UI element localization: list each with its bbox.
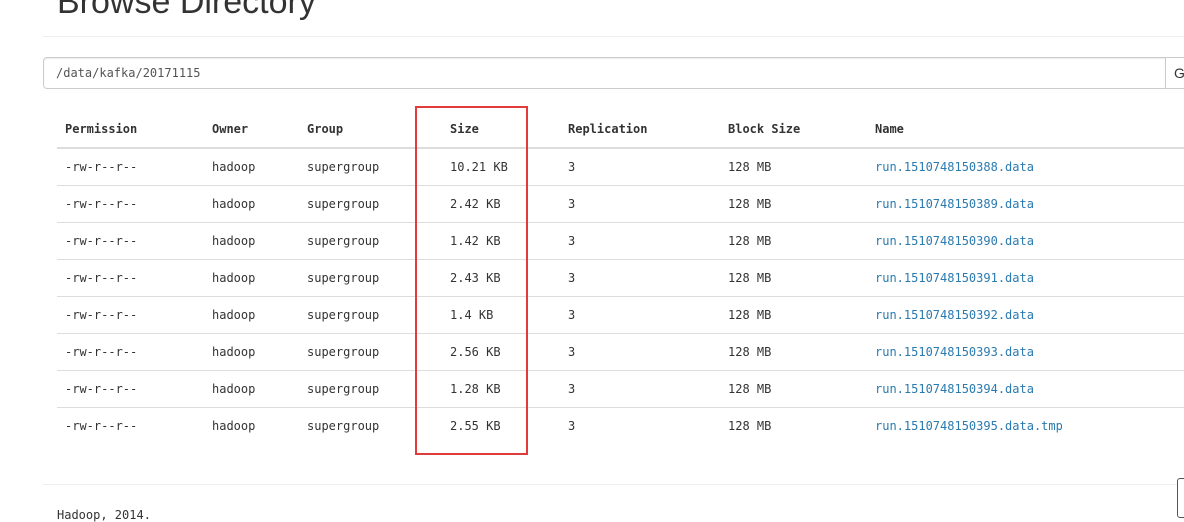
replication-cell: 3 (560, 185, 720, 223)
owner-cell: hadoop (204, 333, 299, 371)
directory-table: Permission Owner Group Size Replication … (57, 111, 1184, 444)
column-header-block-size[interactable]: Block Size (720, 111, 867, 149)
block-size-cell: 128 MB (720, 259, 867, 297)
table-row: -rw-r--r-- hadoop supergroup 10.21 KB 3 … (57, 148, 1184, 186)
block-size-cell: 128 MB (728, 160, 772, 174)
permission-cell: -rw-r--r-- (57, 370, 204, 408)
owner-cell: hadoop (204, 370, 299, 408)
group-cell: supergroup (299, 333, 442, 371)
name-cell: run.1510748150390.data (867, 222, 1184, 260)
column-header-permission[interactable]: Permission (57, 111, 204, 149)
go-button[interactable]: Go! (1165, 57, 1184, 89)
owner-cell: hadoop (204, 222, 299, 260)
permission-cell: -rw-r--r-- (57, 185, 204, 223)
permission-cell: -rw-r--r-- (65, 160, 138, 174)
owner-cell: hadoop (204, 407, 299, 444)
column-header-owner[interactable]: Owner (204, 111, 299, 149)
size-cell: 1.4 KB (442, 296, 560, 334)
file-link[interactable]: run.1510748150388.data (875, 160, 1034, 174)
group-cell: supergroup (299, 296, 442, 334)
block-size-cell: 128 MB (720, 370, 867, 408)
table-row: -rw-r--r-- hadoop supergroup 1.28 KB 3 1… (57, 370, 1184, 408)
title-divider (43, 36, 1184, 37)
file-link[interactable]: run.1510748150390.data (875, 234, 1034, 248)
file-link[interactable]: run.1510748150393.data (875, 345, 1034, 359)
name-cell: run.1510748150388.data (867, 148, 1184, 186)
size-cell: 2.55 KB (442, 407, 560, 444)
size-cell: 2.56 KB (442, 333, 560, 371)
permission-cell: -rw-r--r-- (57, 407, 204, 444)
path-input[interactable] (43, 57, 1166, 89)
file-link[interactable]: run.1510748150389.data (875, 197, 1034, 211)
group-cell: supergroup (299, 370, 442, 408)
permission-cell: -rw-r--r-- (57, 259, 204, 297)
group-cell: supergroup (299, 222, 442, 260)
name-cell: run.1510748150394.data (867, 370, 1184, 408)
size-cell: 2.42 KB (442, 185, 560, 223)
name-cell: run.1510748150395.data.tmp (867, 407, 1184, 444)
column-header-group[interactable]: Group (299, 111, 442, 149)
table-row: -rw-r--r-- hadoop supergroup 2.43 KB 3 1… (57, 259, 1184, 297)
name-cell: run.1510748150389.data (867, 185, 1184, 223)
footer-divider (43, 484, 1184, 485)
replication-cell: 3 (560, 296, 720, 334)
table-row: -rw-r--r-- hadoop supergroup 1.42 KB 3 1… (57, 222, 1184, 260)
file-link[interactable]: run.1510748150392.data (875, 308, 1034, 322)
file-link[interactable]: run.1510748150395.data.tmp (875, 419, 1063, 433)
path-form: Go! (43, 57, 1184, 91)
replication-cell: 3 (560, 222, 720, 260)
size-cell: 10.21 KB (450, 160, 508, 174)
file-link[interactable]: run.1510748150391.data (875, 271, 1034, 285)
permission-cell: -rw-r--r-- (57, 222, 204, 260)
size-cell: 1.42 KB (442, 222, 560, 260)
name-cell: run.1510748150393.data (867, 333, 1184, 371)
table-row: -rw-r--r-- hadoop supergroup 2.55 KB 3 1… (57, 407, 1184, 444)
size-cell: 2.43 KB (442, 259, 560, 297)
column-header-name[interactable]: Name (867, 111, 1184, 149)
owner-cell: hadoop (204, 296, 299, 334)
page-title: Browse Directory (57, 0, 316, 21)
block-size-cell: 128 MB (720, 222, 867, 260)
file-link[interactable]: run.1510748150394.data (875, 382, 1034, 396)
column-header-size[interactable]: Size (442, 111, 560, 149)
replication-cell: 3 (560, 259, 720, 297)
block-size-cell: 128 MB (720, 407, 867, 444)
column-header-replication[interactable]: Replication (560, 111, 720, 149)
name-cell: run.1510748150391.data (867, 259, 1184, 297)
footer-text: Hadoop, 2014. (57, 508, 151, 522)
name-cell: run.1510748150392.data (867, 296, 1184, 334)
replication-cell: 3 (560, 333, 720, 371)
table-row: -rw-r--r-- hadoop supergroup 2.56 KB 3 1… (57, 333, 1184, 371)
owner-cell: hadoop (204, 185, 299, 223)
replication-cell: 3 (560, 370, 720, 408)
owner-cell: hadoop (212, 160, 256, 174)
block-size-cell: 128 MB (720, 333, 867, 371)
group-cell: supergroup (299, 407, 442, 444)
group-cell: supergroup (299, 185, 442, 223)
size-cell: 1.28 KB (442, 370, 560, 408)
replication-cell: 3 (560, 407, 720, 444)
permission-cell: -rw-r--r-- (57, 333, 204, 371)
group-cell: supergroup (307, 160, 380, 174)
block-size-cell: 128 MB (720, 185, 867, 223)
replication-cell: 3 (568, 160, 576, 174)
owner-cell: hadoop (204, 259, 299, 297)
table-row: -rw-r--r-- hadoop supergroup 2.42 KB 3 1… (57, 185, 1184, 223)
table-row: -rw-r--r-- hadoop supergroup 1.4 KB 3 12… (57, 296, 1184, 334)
permission-cell: -rw-r--r-- (57, 296, 204, 334)
scroll-top-button[interactable] (1177, 478, 1184, 518)
block-size-cell: 128 MB (720, 296, 867, 334)
table-header-row: Permission Owner Group Size Replication … (57, 111, 1184, 149)
group-cell: supergroup (299, 259, 442, 297)
